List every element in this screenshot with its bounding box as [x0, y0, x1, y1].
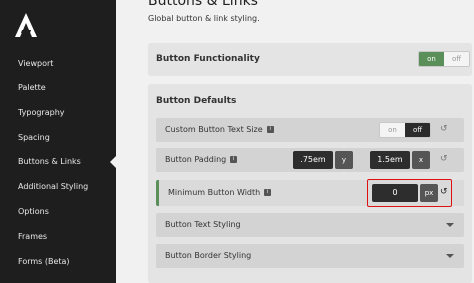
button-text-styling-row[interactable]: Button Text Styling: [156, 213, 464, 237]
toggle-on-option[interactable]: on: [419, 52, 444, 66]
toggle-off-option[interactable]: off: [444, 52, 469, 66]
button-defaults-label: Button Defaults: [156, 96, 237, 106]
chevron-down-icon[interactable]: [446, 254, 454, 258]
min-button-width-row: Minimum Button Width i 0 px ↺: [156, 179, 464, 207]
sidebar-item-additional-styling[interactable]: Additional Styling: [0, 175, 116, 199]
sidebar-item-spacing[interactable]: Spacing: [0, 126, 116, 150]
padding-x-input[interactable]: 1.5em: [370, 151, 410, 169]
toggle-off-option[interactable]: off: [405, 123, 430, 137]
padding-y-unit: y: [335, 151, 353, 169]
reset-icon[interactable]: ↺: [440, 187, 448, 197]
button-border-styling-row[interactable]: Button Border Styling: [156, 244, 464, 268]
sidebar-item-frames[interactable]: Frames: [0, 225, 116, 249]
page-title: Buttons & Links: [148, 0, 258, 9]
custom-text-size-row: Custom Button Text Size i on off ↺: [156, 118, 464, 142]
sidebar: Viewport Palette Typography Spacing Butt…: [0, 0, 116, 283]
reset-icon[interactable]: ↺: [440, 124, 448, 134]
button-functionality-toggle[interactable]: on off: [418, 51, 470, 67]
min-width-input[interactable]: 0: [372, 184, 418, 202]
sidebar-item-options[interactable]: Options: [0, 200, 116, 224]
reset-icon[interactable]: ↺: [440, 154, 448, 164]
button-padding-row: Button Padding i .75em y 1.5em x ↺: [156, 148, 464, 172]
min-button-width-label: Minimum Button Width: [168, 188, 261, 197]
button-functionality-label: Button Functionality: [156, 54, 260, 64]
padding-y-input[interactable]: .75em: [293, 151, 333, 169]
min-width-unit: px: [420, 184, 438, 202]
custom-text-size-label: Custom Button Text Size: [165, 125, 263, 134]
padding-x-unit: x: [412, 151, 430, 169]
button-defaults-card: Button Defaults Custom Button Text Size i…: [148, 84, 472, 283]
sidebar-item-buttons-links[interactable]: Buttons & Links: [0, 150, 116, 174]
chevron-down-icon[interactable]: [446, 223, 454, 227]
button-functionality-card: Button Functionality on off: [148, 43, 472, 76]
sidebar-item-forms-beta[interactable]: Forms (Beta): [0, 250, 116, 274]
sidebar-item-viewport[interactable]: Viewport: [0, 52, 116, 76]
info-icon[interactable]: i: [230, 156, 238, 163]
custom-text-size-toggle[interactable]: on off: [379, 122, 431, 138]
sidebar-item-palette[interactable]: Palette: [0, 76, 116, 100]
info-icon[interactable]: i: [264, 189, 272, 196]
toggle-on-option[interactable]: on: [380, 123, 405, 137]
button-text-styling-label: Button Text Styling: [165, 220, 241, 229]
page-subtitle: Global button & link styling.: [148, 14, 260, 23]
logo-icon: [15, 13, 37, 37]
main-content: Buttons & Links Global button & link sty…: [116, 0, 474, 283]
info-icon[interactable]: i: [266, 126, 274, 133]
button-padding-label: Button Padding: [165, 155, 227, 164]
sidebar-item-typography[interactable]: Typography: [0, 101, 116, 125]
button-border-styling-label: Button Border Styling: [165, 251, 252, 260]
